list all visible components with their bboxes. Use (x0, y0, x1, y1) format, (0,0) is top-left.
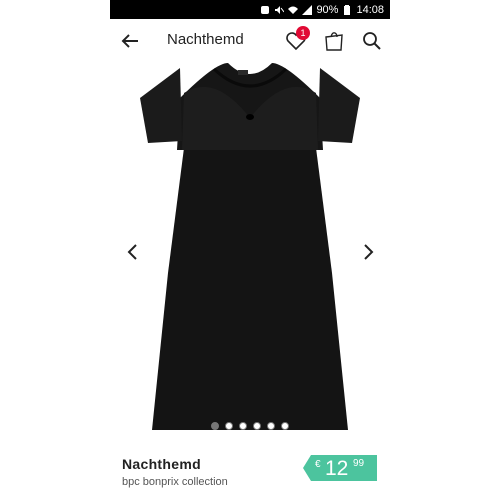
shopping-bag-icon[interactable] (322, 29, 346, 53)
pagination-dot[interactable] (239, 422, 247, 430)
app-screen: 90% 14:08 Nachthemd 1 Nachthemd bpc bonp… (110, 0, 390, 500)
price-currency: € (315, 459, 321, 470)
image-pagination (110, 422, 390, 430)
chevron-right-icon[interactable] (360, 243, 376, 261)
product-name: Nachthemd (122, 456, 201, 472)
price-whole: 12 (325, 457, 349, 480)
search-icon[interactable] (360, 29, 384, 53)
battery-icon (344, 4, 351, 15)
pagination-dot[interactable] (225, 422, 233, 430)
status-bar: 90% 14:08 (110, 0, 390, 19)
status-time: 14:08 (356, 3, 384, 16)
pagination-dot[interactable] (211, 422, 219, 430)
product-image (140, 63, 360, 430)
signal-icon (302, 4, 313, 15)
chevron-left-icon[interactable] (125, 243, 141, 261)
product-brand: bpc bonprix collection (122, 476, 228, 488)
price-cents: 99 (353, 458, 365, 469)
wishlist-count-badge: 1 (296, 26, 310, 40)
wifi-icon (288, 6, 299, 14)
pagination-dot[interactable] (267, 422, 275, 430)
product-info: Nachthemd bpc bonprix collection € 12 99 (110, 441, 390, 500)
pagination-dot[interactable] (281, 422, 289, 430)
alarm-icon (261, 5, 270, 14)
battery-percent: 90% (316, 3, 339, 16)
app-bar: Nachthemd 1 (110, 19, 390, 63)
page-title: Nachthemd (167, 31, 244, 48)
price-tag: € 12 99 (303, 455, 377, 481)
product-image-gallery[interactable] (110, 63, 390, 441)
back-arrow-icon[interactable] (118, 29, 142, 53)
pagination-dot[interactable] (253, 422, 261, 430)
mute-icon (275, 5, 285, 14)
